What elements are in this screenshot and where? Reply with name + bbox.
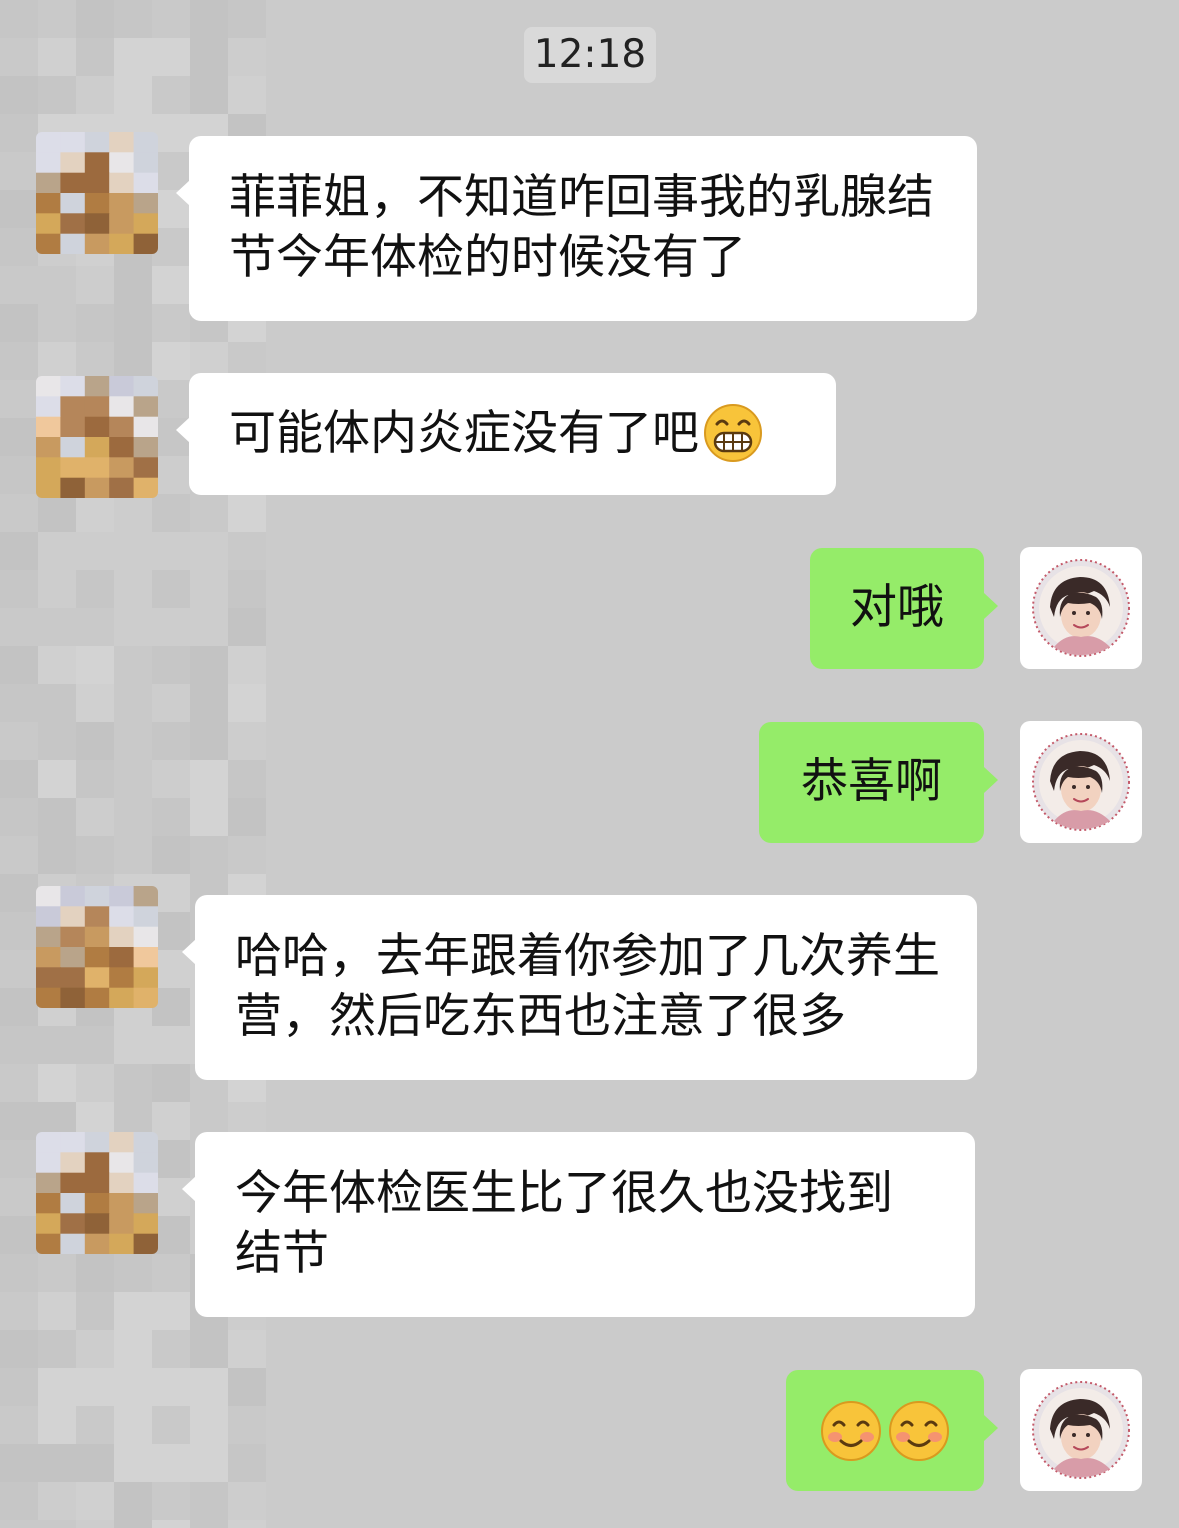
received-message-bubble[interactable]: 哈哈，去年跟着你参加了几次养生营，然后吃东西也注意了很多	[182, 895, 977, 1080]
received-message-bubble[interactable]: 菲菲姐，不知道咋回事我的乳腺结节今年体检的时候没有了	[176, 136, 977, 321]
my-avatar[interactable]	[1020, 547, 1142, 669]
contact-avatar[interactable]	[36, 132, 158, 254]
contact-avatar[interactable]	[36, 886, 158, 1008]
grinning-face-icon	[703, 403, 763, 478]
sent-message-bubble[interactable]	[786, 1370, 998, 1491]
contact-avatar[interactable]	[36, 376, 158, 498]
message-timestamp: 12:18	[524, 27, 656, 83]
message-text: 对哦	[850, 580, 944, 635]
my-avatar[interactable]	[1020, 1369, 1142, 1491]
message-text: 哈哈，去年跟着你参加了几次养生营，然后吃东西也注意了很多	[235, 929, 940, 1044]
received-message-bubble[interactable]: 今年体检医生比了很久也没找到结节	[182, 1132, 975, 1317]
smiling-face-icon	[885, 1400, 953, 1461]
my-avatar[interactable]	[1020, 721, 1142, 843]
received-message-bubble[interactable]: 可能体内炎症没有了吧	[176, 373, 836, 495]
message-text: 恭喜啊	[801, 754, 942, 809]
message-text: 菲菲姐，不知道咋回事我的乳腺结节今年体检的时候没有了	[229, 170, 934, 285]
message-text: 今年体检医生比了很久也没找到结节	[235, 1166, 893, 1281]
message-text: 可能体内炎症没有了吧	[229, 406, 699, 461]
smiling-face-icon	[817, 1400, 885, 1461]
contact-avatar[interactable]	[36, 1132, 158, 1254]
sent-message-bubble[interactable]: 恭喜啊	[759, 722, 998, 843]
sent-message-bubble[interactable]: 对哦	[810, 548, 998, 669]
